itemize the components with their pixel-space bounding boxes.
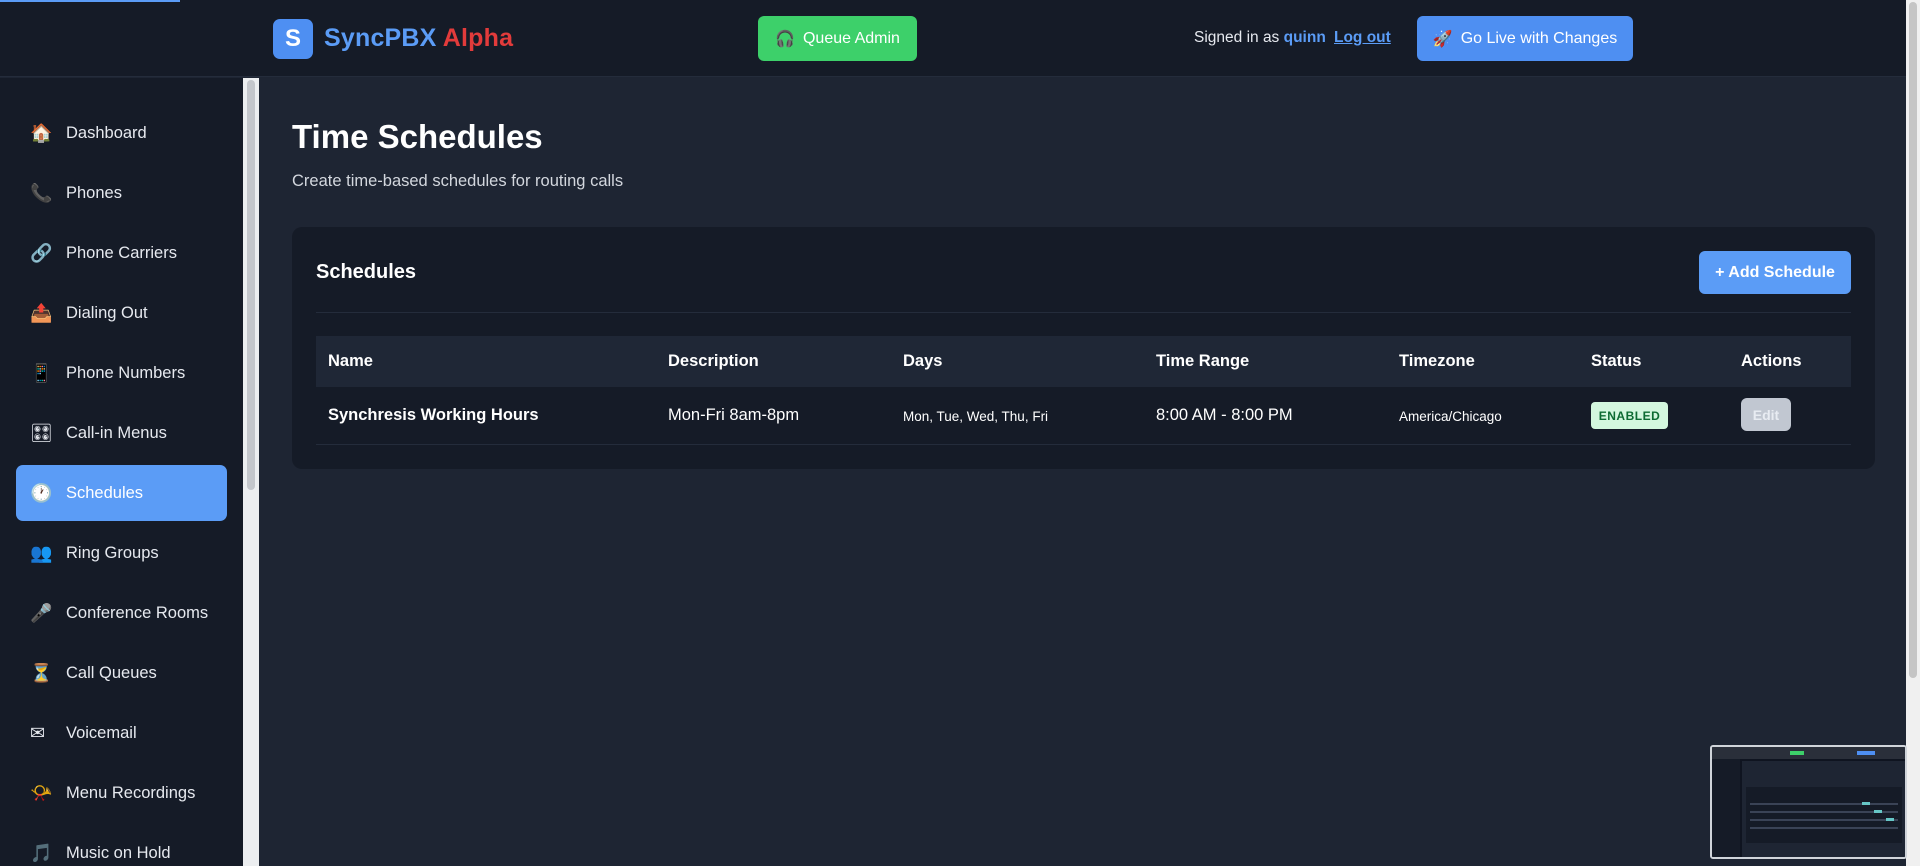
rocket-icon: 🚀 [1432, 30, 1453, 48]
app-logo[interactable]: S [273, 19, 313, 59]
sidebar-item-label: Call Queues [66, 663, 157, 682]
sidebar-item-label: Dashboard [66, 123, 147, 142]
sidebar-item-label: Voicemail [66, 723, 137, 742]
column-header-timezone: Timezone [1399, 352, 1475, 370]
go-live-label: Go Live with Changes [1460, 29, 1618, 47]
page-scroll-thumb[interactable] [1909, 2, 1917, 678]
status-badge: ENABLED [1591, 402, 1668, 429]
phone-carriers-icon: 🔗 [30, 242, 53, 263]
sidebar-item-label: Ring Groups [66, 543, 159, 562]
table-row: Synchresis Working Hours Mon-Fri 8am-8pm… [316, 387, 1851, 445]
thumbnail-sidebar [1712, 759, 1740, 857]
page-scrollbar[interactable] [1906, 0, 1920, 866]
phones-icon: 📞 [30, 182, 53, 203]
sidebar-item-call-in-menus[interactable]: 🎛 Call-in Menus [16, 405, 227, 461]
cell-timezone: America/Chicago [1399, 409, 1502, 424]
main-content: Time Schedules Create time-based schedul… [259, 78, 1906, 866]
thumbnail-card [1746, 787, 1902, 843]
thumbnail-green-button [1790, 751, 1804, 755]
go-live-button[interactable]: 🚀 Go Live with Changes [1417, 16, 1633, 61]
sidebar-item-music-on-hold[interactable]: 🎵 Music on Hold [16, 825, 227, 866]
card-title: Schedules [316, 261, 417, 283]
signed-in-username: quinn [1283, 29, 1326, 46]
sidebar-item-schedules[interactable]: 🕐 Schedules [16, 465, 227, 521]
loading-progress-bar [0, 0, 180, 2]
thumbnail-row [1750, 803, 1898, 805]
sidebar-item-phone-numbers[interactable]: 📱 Phone Numbers [16, 345, 227, 401]
call-queues-icon: ⏳ [30, 662, 53, 683]
queue-admin-label: Queue Admin [802, 29, 900, 47]
sidebar-item-label: Phones [66, 183, 122, 202]
card-divider [316, 312, 1851, 313]
dashboard-icon: 🏠 [30, 122, 53, 143]
sidebar-item-dashboard[interactable]: 🏠 Dashboard [16, 105, 227, 161]
schedules-icon: 🕐 [30, 482, 53, 503]
logout-link[interactable]: Log out [1334, 29, 1391, 47]
sidebar-item-menu-recordings[interactable]: 📯 Menu Recordings [16, 765, 227, 821]
top-header: S SyncPBX Alpha 🎧 Queue Admin Signed in … [0, 0, 1906, 77]
sidebar-item-phone-carriers[interactable]: 🔗 Phone Carriers [16, 225, 227, 281]
sidebar-item-label: Conference Rooms [66, 603, 209, 622]
brand-suffix: Alpha [442, 24, 514, 52]
column-header-days: Days [903, 352, 943, 370]
column-header-time-range: Time Range [1156, 352, 1250, 370]
sidebar-item-call-queues[interactable]: ⏳ Call Queues [16, 645, 227, 701]
edit-button[interactable]: Edit [1741, 398, 1791, 431]
music-on-hold-icon: 🎵 [30, 842, 53, 863]
sidebar-scroll-thumb[interactable] [247, 80, 255, 490]
menu-recordings-icon: 📯 [30, 782, 53, 803]
sidebar-item-label: Dialing Out [66, 303, 148, 322]
sidebar-item-dialing-out[interactable]: 📤 Dialing Out [16, 285, 227, 341]
cell-name: Synchresis Working Hours [328, 406, 539, 424]
sidebar-item-label: Phone Carriers [66, 243, 177, 262]
conference-rooms-icon: 🎤 [30, 602, 53, 623]
queue-admin-button[interactable]: 🎧 Queue Admin [758, 16, 917, 61]
column-header-name: Name [328, 352, 373, 370]
cell-time-range: 8:00 AM - 8:00 PM [1156, 406, 1293, 424]
thumbnail-accent [1874, 810, 1882, 813]
table-header: Name Description Days Time Range Timezon… [316, 336, 1851, 387]
thumbnail-accent [1886, 818, 1894, 821]
add-schedule-button[interactable]: + Add Schedule [1699, 251, 1851, 294]
sidebar-item-label: Call-in Menus [66, 423, 167, 442]
sidebar-item-label: Menu Recordings [66, 783, 196, 802]
thumbnail-row [1750, 827, 1898, 829]
cell-days: Mon, Tue, Wed, Thu, Fri [903, 409, 1049, 424]
sidebar-item-voicemail[interactable]: ✉ Voicemail [16, 705, 227, 761]
sidebar-item-phones[interactable]: 📞 Phones [16, 165, 227, 221]
sidebar-scrollbar[interactable] [243, 78, 259, 866]
signed-in-prefix: Signed in as [1194, 29, 1280, 46]
dialing-out-icon: 📤 [30, 302, 53, 323]
sidebar-item-conference-rooms[interactable]: 🎤 Conference Rooms [16, 585, 227, 641]
screenshot-thumbnail-preview[interactable] [1710, 745, 1907, 859]
brand-name[interactable]: SyncPBX Alpha [324, 24, 513, 53]
brand-main: SyncPBX [324, 24, 437, 52]
column-header-status: Status [1591, 352, 1642, 370]
thumbnail-accent [1862, 802, 1870, 805]
column-header-actions: Actions [1741, 352, 1802, 370]
page-subtitle: Create time-based schedules for routing … [292, 172, 624, 190]
column-header-description: Description [668, 352, 759, 370]
voicemail-icon: ✉ [30, 722, 46, 743]
ring-groups-icon: 👥 [30, 542, 53, 563]
thumbnail-blue-button [1857, 751, 1875, 755]
page-title: Time Schedules [292, 118, 543, 155]
phone-numbers-icon: 📱 [30, 362, 53, 383]
sidebar-item-label: Music on Hold [66, 843, 171, 862]
schedules-card: Schedules + Add Schedule Name Descriptio… [292, 227, 1875, 469]
call-in-menus-icon: 🎛 [30, 422, 53, 443]
headset-icon: 🎧 [775, 30, 795, 48]
thumbnail-header [1712, 747, 1905, 759]
sidebar-item-ring-groups[interactable]: 👥 Ring Groups [16, 525, 227, 581]
sidebar-item-label: Phone Numbers [66, 363, 186, 382]
signed-in-text: Signed in as quinn [1194, 29, 1326, 47]
sidebar-item-label: Schedules [66, 483, 144, 502]
cell-description: Mon-Fri 8am-8pm [668, 406, 800, 424]
sidebar-nav: 🏠 Dashboard 📞 Phones 🔗 Phone Carriers 📤 Dialing… [0, 78, 243, 866]
thumbnail-row [1750, 819, 1898, 821]
